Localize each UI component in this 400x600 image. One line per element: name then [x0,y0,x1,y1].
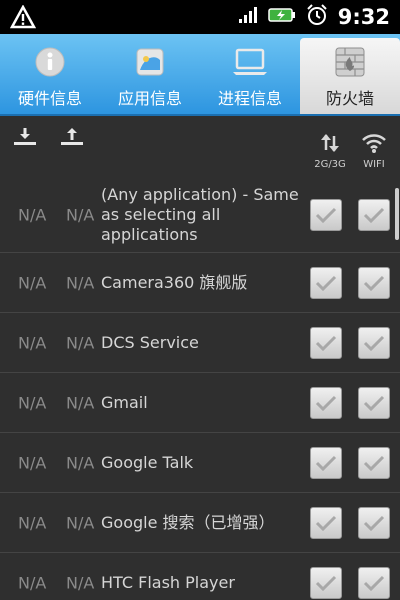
signal-icon [238,6,258,28]
mobile-uid: N/A [18,273,47,292]
wifi-label: WIFI [363,159,385,170]
checkmark-icon [363,275,385,291]
alarm-clock-icon [306,4,328,30]
upload-icon[interactable] [60,126,84,148]
tab-label: 进程信息 [217,89,282,108]
mobile-data-checkbox[interactable] [310,506,342,539]
scrollbar[interactable] [395,188,399,240]
checkmark-icon [315,335,337,351]
list-item: N/A N/A DCS Service [0,313,400,373]
checkmark-icon [315,275,337,291]
wifi-checkbox[interactable] [358,326,390,359]
app-name: Google 搜索（已增强） [101,512,275,532]
checkmark-icon [315,515,337,531]
wifi-uid: N/A [66,393,95,412]
tab-process-info[interactable]: 进程信息 [200,34,300,114]
status-bar: 9:32 [0,0,400,34]
checkmark-icon [315,207,337,224]
info-icon [34,46,66,78]
tab-firewall[interactable]: 防火墙 [300,38,400,114]
wifi-checkbox[interactable] [358,386,390,419]
mobile-data-checkbox[interactable] [310,566,342,599]
wifi-icon [361,134,387,158]
mobile-data-label: 2G/3G [314,159,346,170]
mobile-data-checkbox[interactable] [310,326,342,359]
checkmark-icon [315,575,337,591]
wifi-checkbox[interactable] [358,266,390,299]
list-item: N/A N/A Gmail [0,373,400,433]
mobile-data-icon [317,134,343,158]
checkmark-icon [363,335,385,351]
checkmark-icon [363,455,385,471]
toolbar: 2G/3G WIFI [0,116,400,178]
wifi-uid: N/A [66,333,95,352]
mobile-uid: N/A [18,333,47,352]
download-icon[interactable] [13,126,37,148]
wifi-checkbox[interactable] [358,506,390,539]
mobile-data-checkbox[interactable] [310,199,342,231]
mobile-uid: N/A [18,205,47,225]
tab-label: 硬件信息 [17,89,82,108]
status-time: 9:32 [337,5,390,29]
list-item: N/A N/A Google Talk [0,433,400,493]
list-item: N/A N/A HTC Flash Player [0,553,400,600]
checkmark-icon [363,575,385,591]
mobile-uid: N/A [18,513,47,532]
wifi-column-header: WIFI [354,132,394,170]
tab-hardware-info[interactable]: 硬件信息 [0,34,100,114]
warning-icon [9,4,37,33]
firewall-icon [333,46,367,78]
app-name: Camera360 旗舰版 [101,272,248,292]
checkmark-icon [315,395,337,411]
app-name: HTC Flash Player [101,572,235,592]
mobile-data-checkbox[interactable] [310,446,342,479]
list-item: N/A N/A Google 搜索（已增强） [0,493,400,553]
wifi-uid: N/A [66,573,95,592]
wifi-uid: N/A [66,273,95,292]
app-list[interactable]: N/A N/A (Any application) - Same as sele… [0,178,400,600]
wifi-uid: N/A [66,205,95,225]
app-name: (Any application) - Same as selecting al… [101,185,299,244]
app-name: Gmail [101,392,148,412]
app-name: Google Talk [101,452,194,472]
app-name: DCS Service [101,332,199,352]
checkmark-icon [315,455,337,471]
checkmark-icon [363,395,385,411]
wifi-uid: N/A [66,513,95,532]
tab-bar: 硬件信息 应用信息 进程信息 防火墙 [0,34,400,116]
mobile-uid: N/A [18,453,47,472]
mobile-data-checkbox[interactable] [310,386,342,419]
list-item: N/A N/A Camera360 旗舰版 [0,253,400,313]
tab-label: 防火墙 [325,89,374,108]
mobile-data-checkbox[interactable] [310,266,342,299]
list-item: N/A N/A (Any application) - Same as sele… [0,178,400,253]
wifi-checkbox[interactable] [358,446,390,479]
wifi-uid: N/A [66,453,95,472]
checkmark-icon [363,515,385,531]
mobile-data-column-header: 2G/3G [310,132,350,170]
battery-charging-icon [268,7,296,27]
mobile-uid: N/A [18,573,47,592]
apps-icon [132,46,168,78]
tab-app-info[interactable]: 应用信息 [100,34,200,114]
wifi-checkbox[interactable] [358,566,390,599]
mobile-uid: N/A [18,393,47,412]
tab-label: 应用信息 [117,89,182,108]
wifi-checkbox[interactable] [358,199,390,231]
laptop-icon [230,46,270,78]
checkmark-icon [363,207,385,224]
